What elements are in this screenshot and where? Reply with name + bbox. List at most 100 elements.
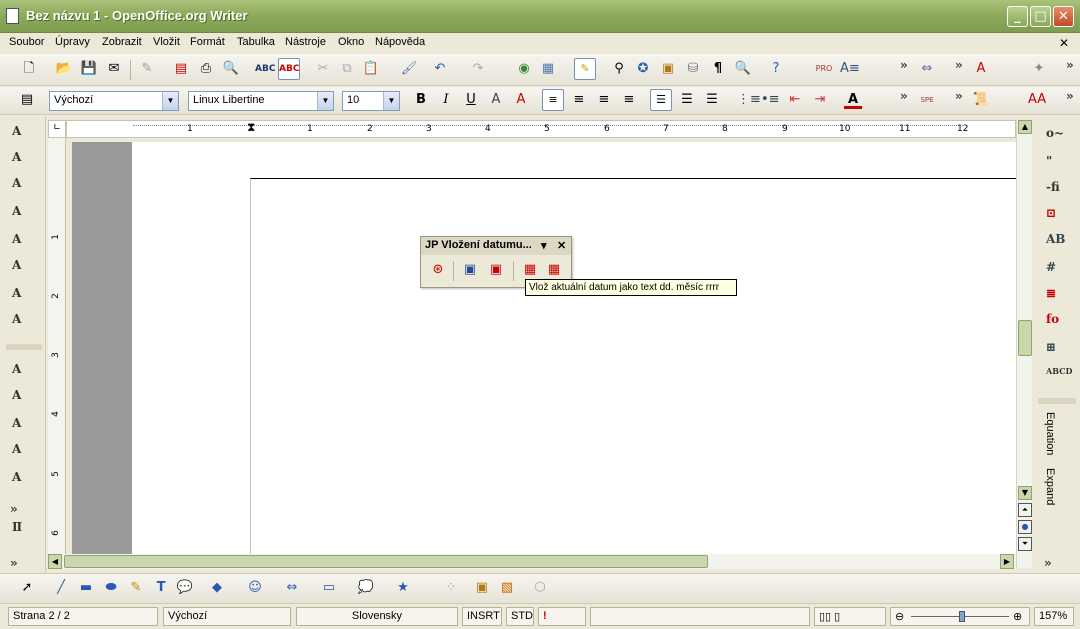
autospellcheck-icon[interactable]: ABC [278, 58, 300, 80]
italic-icon[interactable]: I [437, 91, 455, 109]
menu-okno[interactable]: Okno [338, 36, 364, 48]
scroll-up-icon[interactable]: ▲ [1018, 120, 1032, 134]
toolbar-overflow-icon[interactable]: » [1066, 58, 1074, 72]
font-size-change-icon[interactable]: A [972, 60, 990, 78]
decrease-indent-icon[interactable]: ⇤ [786, 91, 804, 109]
page-style-indicator[interactable]: Výchozí [163, 607, 291, 626]
tab-type-icon[interactable]: ∟ [48, 120, 66, 138]
insert-icon[interactable]: ⊞ [1046, 340, 1070, 362]
paragraph-style-select[interactable]: Výchozí ▼ [49, 91, 179, 111]
extrusion-icon[interactable]: ⬡ [531, 579, 549, 597]
toolbar-overflow-icon[interactable]: » [955, 58, 963, 72]
print-icon[interactable]: ⎙ [197, 60, 215, 78]
font-size-plus1-icon[interactable]: A [12, 258, 36, 280]
horizontal-scrollbar[interactable]: ◀ ▶ [48, 554, 1016, 569]
menu-nastroje[interactable]: Nástroje [285, 36, 326, 48]
cut-icon[interactable]: ✂ [314, 60, 332, 78]
ligature-fi-icon[interactable]: -fi [1046, 180, 1070, 202]
vertical-scrollbar[interactable]: ▲ ▼ ⏶ ● ⏷ [1016, 120, 1032, 568]
increase-indent-icon[interactable]: ⇥ [811, 91, 829, 109]
open-icon[interactable]: 📂 [55, 60, 73, 78]
insert-date-long-icon[interactable]: ▦ [545, 261, 563, 279]
fontwork-icon[interactable]: ▣ [473, 579, 491, 597]
line-numbering-icon[interactable]: Ⅱ [12, 520, 36, 542]
panel-overflow-icon[interactable]: » [1044, 556, 1052, 570]
insert-image-icon[interactable]: ▧ [498, 579, 516, 597]
font-size-40-icon[interactable]: A [12, 362, 36, 384]
flowchart-icon[interactable]: ▭ [320, 579, 338, 597]
insert-date-short-icon[interactable]: ▣ [487, 261, 505, 279]
floating-toolbar-title[interactable]: JP Vložení datumu... ▾ ✕ [421, 237, 571, 255]
zoom-value[interactable]: 157% [1034, 607, 1074, 626]
gallery-icon[interactable]: ▣ [659, 60, 677, 78]
text-direction-icon[interactable]: AA [1028, 91, 1046, 109]
arrows-icon[interactable]: ⇔ [918, 60, 936, 78]
menu-vlozit[interactable]: Vložit [153, 36, 180, 48]
quotes-icon[interactable]: " [1046, 154, 1070, 176]
ellipse-icon[interactable]: ⬬ [102, 579, 120, 597]
zoom-out-icon[interactable]: ⊖ [895, 611, 904, 623]
panel-overflow-icon[interactable]: » [10, 556, 18, 570]
paste-icon[interactable]: 📋 [362, 60, 380, 78]
justify-icon[interactable]: ≡ [620, 91, 638, 109]
redo-icon[interactable]: ↷ [469, 60, 487, 78]
font-color-icon[interactable]: A [844, 91, 862, 109]
font-size-plus10-icon[interactable]: A [12, 470, 36, 492]
basic-shapes-icon[interactable]: ◆ [208, 579, 226, 597]
line-spacing-1-icon[interactable]: ☰ [650, 89, 672, 111]
align-right-icon[interactable]: ≡ [595, 91, 613, 109]
abcd-icon[interactable]: ABCD [1046, 366, 1072, 388]
navigator-compass-icon[interactable]: ✪ [634, 60, 652, 78]
table-icon[interactable]: ▦ [539, 60, 557, 78]
maximize-button[interactable]: □ [1030, 6, 1051, 27]
data-sources-icon[interactable]: ⛁ [684, 60, 702, 78]
toolbar-overflow-icon[interactable]: » [900, 89, 908, 103]
spell-icon[interactable]: SPE [918, 91, 936, 109]
menu-napoveda[interactable]: Nápověda [375, 36, 425, 48]
view-layout-icon[interactable]: ▯▯ ▯ [814, 607, 886, 626]
scrollbar-thumb[interactable] [1018, 320, 1032, 356]
font-size-41-icon[interactable]: A [12, 150, 36, 172]
symbol-shapes-icon[interactable]: ☺ [246, 579, 264, 597]
frame-icon[interactable]: ⊡ [1046, 206, 1070, 228]
toolbar-overflow-icon[interactable]: » [900, 58, 908, 72]
menu-zobrazit[interactable]: Zobrazit [102, 36, 142, 48]
selection-mode-indicator[interactable]: STD [506, 607, 534, 626]
language-indicator[interactable]: Slovensky [296, 607, 458, 626]
font-size-1-icon[interactable]: A [12, 442, 36, 464]
scroll-icon[interactable]: 📜 [972, 91, 990, 109]
fo-icon[interactable]: fo [1046, 312, 1070, 334]
draw-functions-icon[interactable]: ✎ [574, 58, 596, 80]
scroll-left-icon[interactable]: ◀ [48, 554, 62, 569]
print-preview-icon[interactable]: 🔍 [222, 60, 240, 78]
bullets-icon[interactable]: •≡ [761, 91, 780, 109]
clone-formatting-icon[interactable]: 🖌 [400, 60, 418, 78]
extension-icon[interactable]: ✦ [1030, 60, 1048, 78]
line-icon[interactable]: ╱ [52, 579, 70, 597]
close-document-icon[interactable]: ✕ [1059, 36, 1069, 50]
block-arrows-icon[interactable]: ⇔ [283, 579, 301, 597]
document-modified-icon[interactable]: ! [538, 607, 586, 626]
font-size-minus10-icon[interactable]: A [12, 286, 36, 308]
horizontal-ruler[interactable]: 1 ⧗ 1 2 3 4 5 6 7 8 9 10 11 12 [66, 120, 1016, 138]
help-icon[interactable]: ? [767, 60, 785, 78]
rectangle-icon[interactable]: ▬ [77, 579, 95, 597]
styles-formatting-icon[interactable]: ▤ [18, 91, 36, 109]
font-size-40-icon[interactable]: A [12, 416, 36, 438]
menu-soubor[interactable]: Soubor [9, 36, 44, 48]
equation-label[interactable]: Equation [1044, 412, 1056, 455]
freeform-icon[interactable]: ✎ [127, 579, 145, 597]
indent-marker-icon[interactable]: ⧗ [247, 120, 255, 135]
text-layout-icon[interactable]: A≡ [840, 60, 860, 78]
font-size-1-icon[interactable]: A [12, 204, 36, 226]
insert-date-numeric-icon[interactable]: ▣ [461, 261, 479, 279]
toolbar-overflow-icon[interactable]: » [955, 89, 963, 103]
email-icon[interactable]: ✉ [105, 60, 123, 78]
chevron-down-icon[interactable]: ▼ [162, 92, 178, 110]
vertical-ruler[interactable]: 1 2 3 4 5 6 [48, 138, 66, 556]
hash-icon[interactable]: # [1046, 260, 1070, 282]
page-indicator[interactable]: Strana 2 / 2 [8, 607, 158, 626]
font-size-select[interactable]: 10 ▼ [342, 91, 400, 111]
date-settings-icon[interactable]: ⊛ [429, 261, 447, 279]
insert-date-text-icon[interactable]: ▦ [521, 261, 539, 279]
